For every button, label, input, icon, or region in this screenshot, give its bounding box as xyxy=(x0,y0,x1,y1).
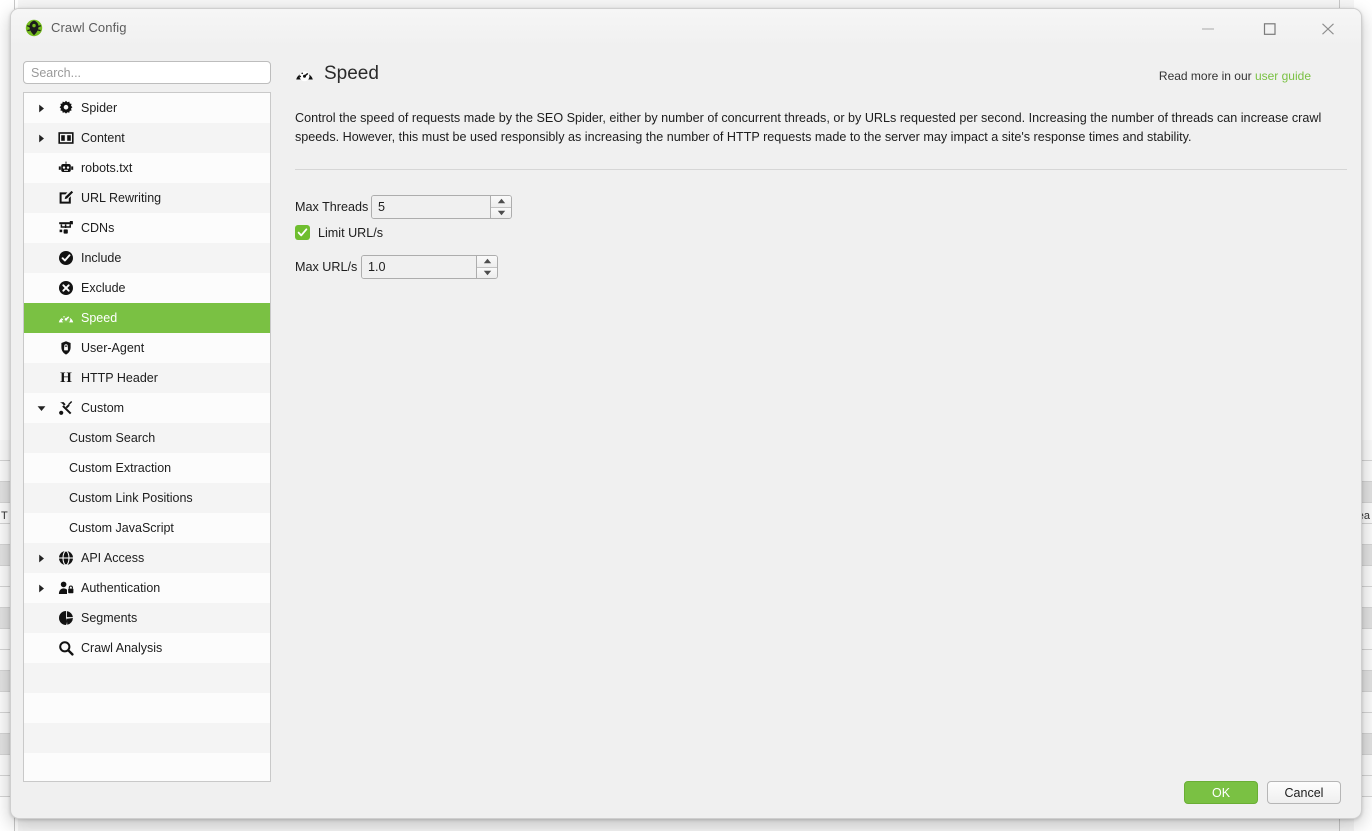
sidebar-item-label: Crawl Analysis xyxy=(81,641,163,655)
sidebar-item-api-access[interactable]: API Access xyxy=(24,543,270,573)
max-urls-stepper-buttons xyxy=(476,256,497,278)
sidebar-item-label: Custom Link Positions xyxy=(69,491,193,505)
max-urls-input[interactable] xyxy=(362,256,476,278)
sidebar-item-label: robots.txt xyxy=(81,161,133,175)
sidebar-item-label: Segments xyxy=(81,611,138,625)
check-circle-icon xyxy=(57,249,75,267)
max-threads-row: Max Threads xyxy=(295,195,512,219)
content-pane: Speed Read more in our user guide Contro… xyxy=(279,47,1361,818)
sidebar-item-user-agent[interactable]: User-Agent xyxy=(24,333,270,363)
limit-urls-row: Limit URL/s xyxy=(295,225,383,240)
dialog-body: SpiderContent robots.txt URL Rewriting CDNs… xyxy=(11,47,1361,818)
columns-icon xyxy=(57,129,75,147)
sidebar-item-robots-txt[interactable]: robots.txt xyxy=(24,153,270,183)
dialog-footer: OK Cancel xyxy=(1184,781,1341,804)
title-bar: Crawl Config xyxy=(11,9,1361,48)
sidebar-item-exclude[interactable]: Exclude xyxy=(24,273,270,303)
chevron-right-icon[interactable] xyxy=(36,134,46,143)
sidebar-nav-list: Spider Content robots.txt URL Rewriting CDNs… xyxy=(23,92,271,782)
window-title: Crawl Config xyxy=(51,20,127,35)
sidebar-empty-row xyxy=(24,723,270,753)
close-icon[interactable] xyxy=(1305,9,1351,47)
search-input[interactable] xyxy=(23,61,271,84)
max-threads-label: Max Threads xyxy=(295,200,369,214)
max-threads-stepper[interactable] xyxy=(371,195,512,219)
chevron-down-icon[interactable] xyxy=(36,405,46,412)
sidebar-item-speed[interactable]: Speed xyxy=(24,303,270,333)
ok-button[interactable]: OK xyxy=(1184,781,1258,804)
user-guide-line: Read more in our user guide xyxy=(1159,69,1311,83)
sidebar-item-label: URL Rewriting xyxy=(81,191,162,205)
sidebar-item-custom[interactable]: Custom xyxy=(24,393,270,423)
minimize-icon[interactable] xyxy=(1185,9,1231,47)
tools-icon xyxy=(57,399,75,417)
limit-urls-checkbox[interactable] xyxy=(295,225,310,240)
maximize-icon[interactable] xyxy=(1247,9,1293,47)
sidebar-item-custom-javascript[interactable]: Custom JavaScript xyxy=(24,513,270,543)
sidebar-item-crawl-analysis[interactable]: Crawl Analysis xyxy=(24,633,270,663)
sidebar-item-label: Custom JavaScript xyxy=(69,521,174,535)
speedometer-icon xyxy=(57,309,75,327)
edit-square-icon xyxy=(57,189,75,207)
max-threads-increment-icon[interactable] xyxy=(491,196,511,208)
page-header: Speed xyxy=(295,63,379,85)
page-description: Control the speed of requests made by th… xyxy=(295,111,1322,144)
sidebar-empty-row xyxy=(24,753,270,781)
max-threads-stepper-buttons xyxy=(490,196,511,218)
sidebar-item-custom-link-positions[interactable]: Custom Link Positions xyxy=(24,483,270,513)
speedometer-icon xyxy=(295,65,314,84)
max-urls-label: Max URL/s xyxy=(295,260,358,274)
max-threads-decrement-icon[interactable] xyxy=(491,207,511,218)
limit-urls-label: Limit URL/s xyxy=(318,225,384,240)
sidebar-item-content[interactable]: Content xyxy=(24,123,270,153)
sidebar-empty-row xyxy=(24,663,270,693)
content-divider xyxy=(295,169,1347,170)
sidebar-item-label: Custom Search xyxy=(69,431,156,445)
background-text-left: T xyxy=(1,510,8,522)
chevron-right-icon[interactable] xyxy=(36,584,46,593)
max-urls-row: Max URL/s xyxy=(295,255,498,279)
sidebar-item-label: User-Agent xyxy=(81,341,145,355)
sidebar-item-cdns[interactable]: CDNs xyxy=(24,213,270,243)
sidebar-item-label: Custom Extraction xyxy=(69,461,172,475)
chevron-right-icon[interactable] xyxy=(36,104,46,113)
gear-icon xyxy=(57,99,75,117)
pie-chart-icon xyxy=(57,609,75,627)
sidebar-item-spider[interactable]: Spider xyxy=(24,93,270,123)
page-title: Speed xyxy=(324,63,379,84)
sidebar-item-custom-extraction[interactable]: Custom Extraction xyxy=(24,453,270,483)
max-urls-stepper[interactable] xyxy=(361,255,498,279)
sidebar-item-url-rewriting[interactable]: URL Rewriting xyxy=(24,183,270,213)
chevron-right-icon[interactable] xyxy=(36,554,46,563)
sidebar-item-http-header[interactable]: H HTTP Header xyxy=(24,363,270,393)
cancel-button[interactable]: Cancel xyxy=(1267,781,1341,804)
user-guide-link[interactable]: user guide xyxy=(1255,69,1311,83)
sidebar-item-label: HTTP Header xyxy=(81,371,158,385)
letter-h-icon: H xyxy=(60,369,72,386)
crawl-config-dialog: Crawl Config SpiderContent robots.txt URL … xyxy=(10,8,1362,819)
sidebar-empty-row xyxy=(24,693,270,723)
max-urls-decrement-icon[interactable] xyxy=(477,267,497,278)
user-guide-prefix: Read more in our xyxy=(1158,69,1255,83)
x-circle-icon xyxy=(57,279,75,297)
sidebar: SpiderContent robots.txt URL Rewriting CDNs… xyxy=(23,61,271,782)
sidebar-item-include[interactable]: Include xyxy=(24,243,270,273)
robot-icon xyxy=(57,159,75,177)
sidebar-item-authentication[interactable]: Authentication xyxy=(24,573,270,603)
network-icon xyxy=(57,219,75,237)
max-urls-increment-icon[interactable] xyxy=(477,256,497,268)
sidebar-item-segments[interactable]: Segments xyxy=(24,603,270,633)
person-lock-icon xyxy=(57,579,75,597)
globe-icon xyxy=(57,549,75,567)
magnifier-icon xyxy=(57,639,75,657)
max-threads-input[interactable] xyxy=(372,196,490,218)
user-agent-icon xyxy=(57,339,75,357)
spider-logo-icon xyxy=(25,19,43,37)
sidebar-item-custom-search[interactable]: Custom Search xyxy=(24,423,270,453)
